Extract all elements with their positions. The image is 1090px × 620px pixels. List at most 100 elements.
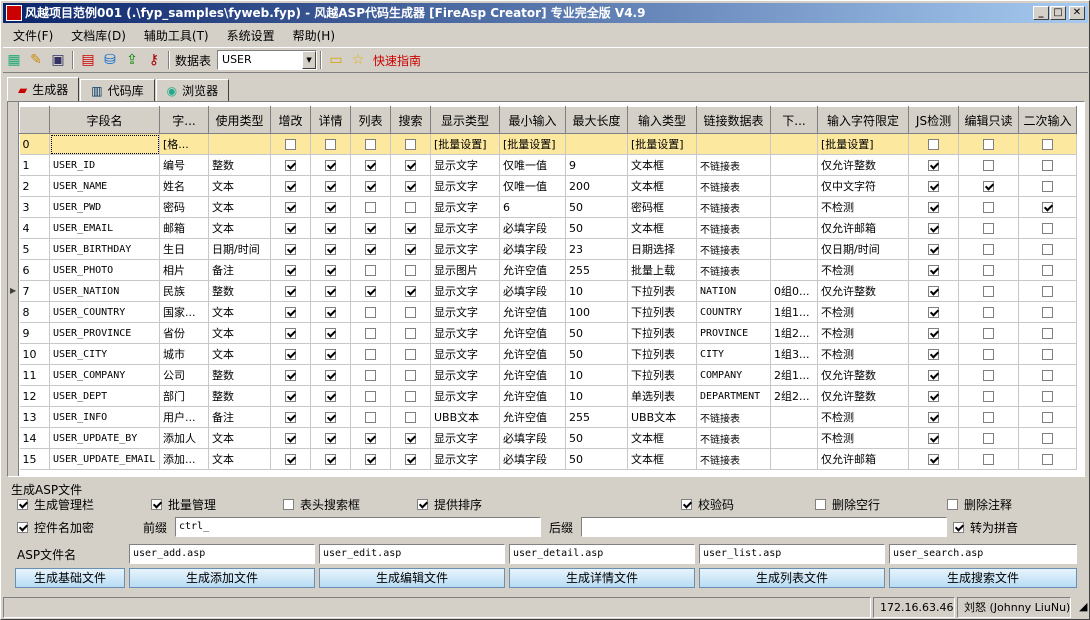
cell-input-type[interactable]: 单选列表 xyxy=(627,385,697,407)
cell-max-length[interactable]: 10 xyxy=(565,364,628,386)
list-checkbox[interactable] xyxy=(365,244,376,255)
js-check-checkbox[interactable] xyxy=(928,433,939,444)
add-edit-checkbox[interactable] xyxy=(285,391,296,402)
col-header-use-type[interactable]: 使用类型 xyxy=(208,106,271,134)
cell-link-table[interactable] xyxy=(696,133,771,155)
js-check-checkbox[interactable] xyxy=(928,223,939,234)
cell-field-name[interactable]: USER_PHOTO xyxy=(49,259,160,281)
cell-use-type[interactable]: 文本 xyxy=(208,448,271,470)
cell-cn-name[interactable]: 编号 xyxy=(159,154,209,176)
cell-sub[interactable]: 2组2... xyxy=(770,385,818,407)
col-header-edit-readonly[interactable]: 编辑只读 xyxy=(958,106,1019,134)
cell-sub[interactable] xyxy=(770,175,818,197)
cell-link-table[interactable]: 不链接表 xyxy=(696,196,771,218)
cell-use-type[interactable]: 日期/时间 xyxy=(208,238,271,260)
opt-admin-bar-checkbox[interactable] xyxy=(17,499,28,510)
cell-cn-name[interactable]: 添加人 xyxy=(159,427,209,449)
edit-readonly-checkbox[interactable] xyxy=(983,328,994,339)
cell-row-num[interactable]: 11 xyxy=(19,364,50,386)
cell-use-type[interactable]: 整数 xyxy=(208,385,271,407)
cell-cn-name[interactable]: 省份 xyxy=(159,322,209,344)
cell-link-table[interactable]: NATION xyxy=(696,280,771,302)
star-icon[interactable]: ☆ xyxy=(347,49,369,71)
list-checkbox[interactable] xyxy=(365,454,376,465)
suffix-input[interactable] xyxy=(581,517,947,537)
double-input-checkbox[interactable] xyxy=(1042,391,1053,402)
cell-char-limit[interactable]: 不检测 xyxy=(817,322,909,344)
opt-remove-comments-checkbox[interactable] xyxy=(947,499,958,510)
cell-row-num[interactable]: 14 xyxy=(19,427,50,449)
table-row[interactable]: 7 USER_NATION 民族 整数 显示文字 必填字段 10 下拉列表 NATION 0组0.… xyxy=(19,280,1077,302)
list-checkbox[interactable] xyxy=(365,139,376,150)
cell-char-limit[interactable]: 仅允许邮箱 xyxy=(817,448,909,470)
cell-min-input[interactable]: 仅唯一值 xyxy=(499,175,566,197)
double-input-checkbox[interactable] xyxy=(1042,307,1053,318)
table-row[interactable]: 10 USER_CITY 城市 文本 显示文字 允许空值 50 下拉列表 CITY 1组3... 不… xyxy=(19,343,1077,365)
list-checkbox[interactable] xyxy=(365,265,376,276)
double-input-checkbox[interactable] xyxy=(1042,244,1053,255)
gen-edit-button[interactable]: 生成编辑文件 xyxy=(319,568,505,588)
cell-display-type[interactable]: 显示文字 xyxy=(430,175,500,197)
cell-char-limit[interactable]: [批量设置] xyxy=(817,133,909,155)
js-check-checkbox[interactable] xyxy=(928,412,939,423)
cell-display-type[interactable]: 显示文字 xyxy=(430,385,500,407)
cell-min-input[interactable]: 仅唯一值 xyxy=(499,154,566,176)
edit-readonly-checkbox[interactable] xyxy=(983,349,994,360)
cell-field-name[interactable]: USER_COMPANY xyxy=(49,364,160,386)
cell-use-type[interactable]: 文本 xyxy=(208,427,271,449)
add-edit-checkbox[interactable] xyxy=(285,181,296,192)
double-input-checkbox[interactable] xyxy=(1042,454,1053,465)
js-check-checkbox[interactable] xyxy=(928,286,939,297)
detail-checkbox[interactable] xyxy=(325,454,336,465)
cell-max-length[interactable]: 50 xyxy=(565,427,628,449)
js-check-checkbox[interactable] xyxy=(928,349,939,360)
cell-display-type[interactable]: 显示文字 xyxy=(430,238,500,260)
cell-cn-name[interactable]: 部门 xyxy=(159,385,209,407)
search-checkbox[interactable] xyxy=(405,181,416,192)
col-header-field-name[interactable]: 字段名 xyxy=(49,106,160,134)
opt-to-pinyin[interactable]: 转为拼音 xyxy=(953,519,1018,536)
cell-display-type[interactable]: 显示文字 xyxy=(430,322,500,344)
list-checkbox[interactable] xyxy=(365,391,376,402)
cell-sub[interactable]: 1组1... xyxy=(770,301,818,323)
cell-link-table[interactable]: PROVINCE xyxy=(696,322,771,344)
double-input-checkbox[interactable] xyxy=(1042,286,1053,297)
cell-row-num[interactable]: 0 xyxy=(19,133,50,155)
table-row[interactable]: 13 USER_INFO 用户... 备注 UBB文本 允许空值 255 UBB文本 不链接表不… xyxy=(19,406,1077,428)
close-button[interactable]: ✕ xyxy=(1069,6,1085,20)
detail-checkbox[interactable] xyxy=(325,412,336,423)
search-checkbox[interactable] xyxy=(405,454,416,465)
search-checkbox[interactable] xyxy=(405,391,416,402)
list-checkbox[interactable] xyxy=(365,328,376,339)
cell-cn-name[interactable]: 用户... xyxy=(159,406,209,428)
search-checkbox[interactable] xyxy=(405,160,416,171)
cell-max-length[interactable]: 255 xyxy=(565,406,628,428)
opt-to-pinyin-checkbox[interactable] xyxy=(953,522,964,533)
cell-max-length[interactable]: 255 xyxy=(565,259,628,281)
table-row[interactable]: 2 USER_NAME 姓名 文本 显示文字 仅唯一值 200 文本框 不链接表 仅中文字符 xyxy=(19,175,1077,197)
key-icon[interactable]: ⚷ xyxy=(143,49,165,71)
table-row[interactable]: 12 USER_DEPT 部门 整数 显示文字 允许空值 10 单选列表 DEPARTMENT 2… xyxy=(19,385,1077,407)
detail-checkbox[interactable] xyxy=(325,433,336,444)
cell-use-type[interactable]: 整数 xyxy=(208,280,271,302)
cell-max-length[interactable] xyxy=(565,133,628,155)
cell-link-table[interactable]: COUNTRY xyxy=(696,301,771,323)
cell-max-length[interactable]: 50 xyxy=(565,322,628,344)
add-file-input[interactable]: user_add.asp xyxy=(129,544,315,564)
cell-min-input[interactable]: 允许空值 xyxy=(499,343,566,365)
edit-readonly-checkbox[interactable] xyxy=(983,139,994,150)
cell-sub[interactable]: 2组1... xyxy=(770,364,818,386)
cell-display-type[interactable]: 显示文字 xyxy=(430,343,500,365)
cell-sub[interactable] xyxy=(770,259,818,281)
cell-field-name[interactable]: USER_UPDATE_BY xyxy=(49,427,160,449)
cell-cn-name[interactable]: 姓名 xyxy=(159,175,209,197)
title-bar[interactable]: 风越项目范例001 (.\fyp_samples\fyweb.fyp) - 风越… xyxy=(3,3,1088,23)
cell-char-limit[interactable]: 仅允许整数 xyxy=(817,154,909,176)
cell-field-name[interactable]: USER_NAME xyxy=(49,175,160,197)
save-icon[interactable]: ▣ xyxy=(47,49,69,71)
cell-input-type[interactable]: 下拉列表 xyxy=(627,301,697,323)
cell-sub[interactable] xyxy=(770,133,818,155)
chevron-down-icon[interactable]: ▼ xyxy=(302,51,317,69)
cell-use-type[interactable]: 文本 xyxy=(208,196,271,218)
cell-display-type[interactable]: 显示文字 xyxy=(430,154,500,176)
